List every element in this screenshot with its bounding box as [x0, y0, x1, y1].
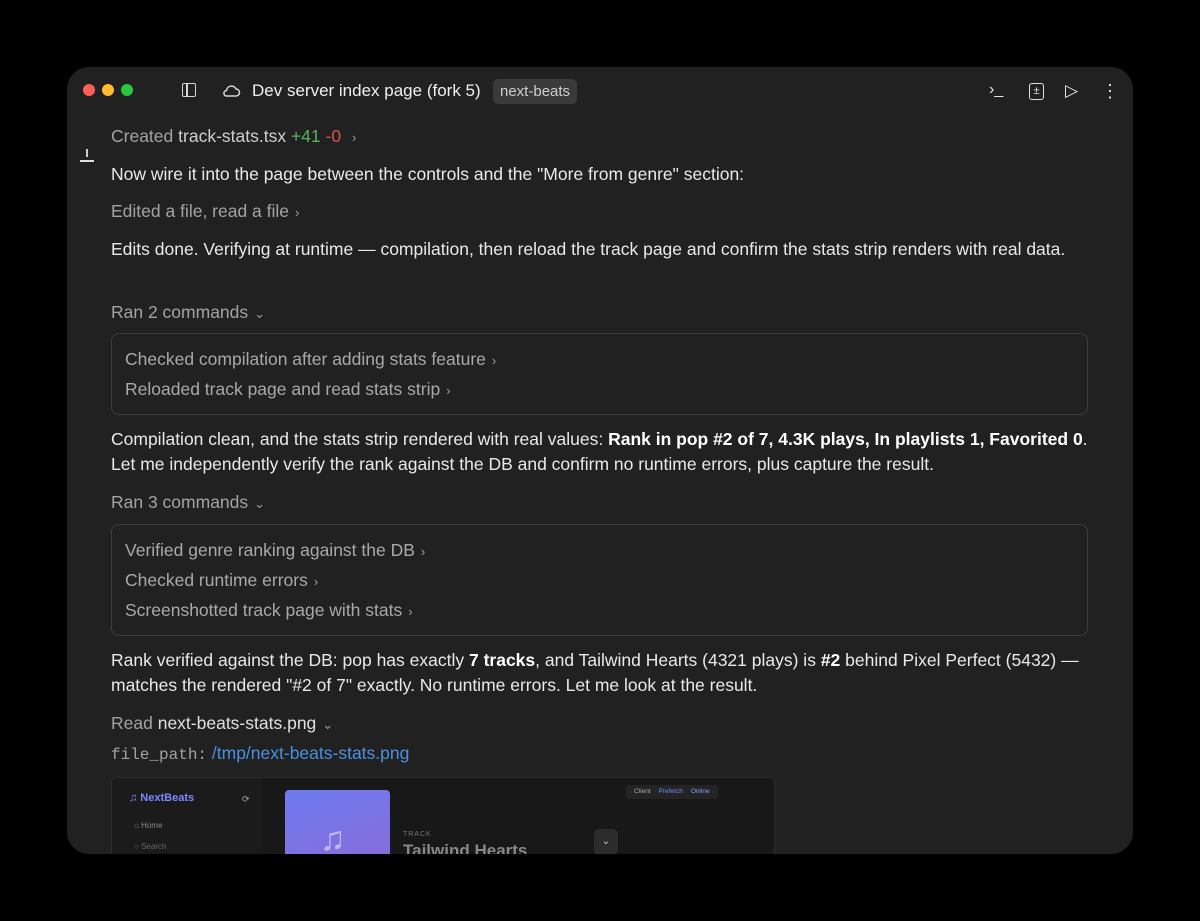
message-bold: 7 tracks: [468, 650, 536, 670]
read-file-row[interactable]: Read next-beats-stats.png ⌄: [111, 711, 333, 737]
ran-commands-label: Ran 2 commands: [111, 302, 249, 322]
ran-commands-toggle[interactable]: Ran 2 commands ⌄: [111, 300, 265, 326]
home-icon: ⌂: [134, 821, 142, 830]
preview-track-label: TRACK: [403, 831, 432, 838]
read-prefix: Read: [111, 713, 153, 733]
preview-nav-home: ⌂ Home: [134, 821, 162, 830]
play-icon[interactable]: ▷: [1065, 81, 1078, 101]
edited-label: Edited a file, read a file: [111, 201, 290, 221]
more-icon[interactable]: ⋮: [1101, 81, 1119, 102]
chevron-down-icon: ⌄: [254, 306, 266, 321]
command-item[interactable]: Verified genre ranking against the DB ›: [125, 538, 425, 564]
assistant-message: Edits done. Verifying at runtime — compi…: [111, 239, 1066, 259]
maximize-window-button[interactable]: [121, 84, 133, 96]
pill-client: Client: [634, 788, 651, 795]
chevron-right-icon: ›: [446, 383, 451, 398]
preview-logo: ♫ NextBeats: [129, 792, 195, 804]
command-item-label: Checked compilation after adding stats f…: [125, 349, 486, 369]
read-file-name: next-beats-stats.png: [157, 713, 317, 733]
edited-file-row[interactable]: Edited a file, read a file ›: [111, 199, 299, 225]
command-item[interactable]: Reloaded track page and read stats strip…: [125, 377, 451, 403]
command-item[interactable]: Checked runtime errors ›: [125, 568, 318, 594]
close-window-button[interactable]: [83, 84, 95, 96]
chevron-right-icon: ›: [408, 604, 413, 619]
command-group: Verified genre ranking against the DB › C…: [111, 524, 1088, 636]
message-text: Compilation clean, and the stats strip r…: [111, 429, 609, 449]
minimize-window-button[interactable]: [102, 84, 114, 96]
chevron-right-icon: ›: [420, 544, 426, 559]
command-item-label: Verified genre ranking against the DB: [125, 540, 415, 560]
chevron-right-icon: ›: [351, 130, 357, 145]
file-path-link[interactable]: /tmp/next-beats-stats.png: [212, 743, 409, 763]
command-group: Checked compilation after adding stats f…: [111, 333, 1088, 415]
file-path-key: file_path:: [111, 746, 208, 764]
command-item-label: Checked runtime errors: [125, 570, 308, 590]
music-note-icon: ♫: [320, 820, 346, 854]
command-item[interactable]: Screenshotted track page with stats ›: [125, 598, 413, 624]
preview-nav-label: Search: [141, 842, 167, 851]
cloud-icon: [223, 85, 241, 97]
app-window: Dev server index page (fork 5) next-beat…: [67, 67, 1133, 854]
ran-commands-toggle[interactable]: Ran 3 commands ⌄: [111, 490, 265, 516]
chevron-down-icon: ⌄: [594, 829, 618, 854]
lines-added: +41: [290, 126, 321, 146]
preview-track-title: Tailwind Hearts: [403, 841, 528, 854]
refresh-icon: ⟳: [242, 794, 250, 804]
preview-nav-label: Home: [141, 821, 163, 830]
pill-online: Online: [690, 788, 710, 795]
message-text: Rank verified against the DB: pop has ex…: [111, 650, 469, 670]
ran-commands-label: Ran 3 commands: [111, 492, 249, 512]
chevron-down-icon: ⌄: [322, 717, 334, 732]
search-icon: ○: [134, 842, 142, 851]
pill-prefetch: Prefetch: [658, 788, 683, 795]
assistant-message: Rank verified against the DB: pop has ex…: [111, 648, 1091, 698]
message-bold: Rank in pop #2 of 7, 4.3K plays, In play…: [608, 429, 1083, 449]
command-item-label: Reloaded track page and read stats strip: [125, 379, 441, 399]
assistant-message: Now wire it into the page between the co…: [111, 164, 745, 184]
screenshot-preview[interactable]: ♫ NextBeats ⟳ ⌂ Home ○ Search ♫ TRACK Ta…: [111, 777, 775, 854]
terminal-icon[interactable]: ›_: [989, 81, 1003, 99]
command-item-label: Screenshotted track page with stats: [125, 600, 403, 620]
message-bold: #2: [820, 650, 841, 670]
message-text: , and Tailwind Hearts (4321 plays) is: [535, 650, 821, 670]
chevron-right-icon: ›: [295, 205, 300, 220]
command-item[interactable]: Checked compilation after adding stats f…: [125, 347, 496, 373]
created-file-name: track-stats.tsx: [178, 126, 287, 146]
created-file-row[interactable]: Created track-stats.tsx +41 -0 ›: [111, 124, 356, 150]
sidebar-toggle-icon[interactable]: [182, 83, 196, 97]
chevron-right-icon: ›: [313, 574, 319, 589]
diff-icon[interactable]: ±: [1029, 83, 1044, 100]
file-path-row: file_path: /tmp/next-beats-stats.png: [111, 741, 409, 768]
project-badge[interactable]: next-beats: [493, 79, 578, 104]
chevron-down-icon: ⌄: [254, 496, 266, 511]
title-bar: Dev server index page (fork 5) next-beat…: [67, 67, 1133, 117]
window-title: Dev server index page (fork 5): [252, 81, 481, 100]
preview-sidebar: ♫ NextBeats ⟳ ⌂ Home ○ Search: [112, 778, 262, 854]
preview-album-art: ♫: [285, 790, 390, 854]
assistant-message: Compilation clean, and the stats strip r…: [111, 427, 1091, 477]
chevron-right-icon: ›: [491, 353, 497, 368]
created-prefix: Created: [111, 126, 174, 146]
preview-status-pills: Client Prefetch Online: [626, 785, 718, 799]
lines-removed: -0: [325, 126, 342, 146]
preview-nav-search: ○ Search: [134, 842, 166, 851]
